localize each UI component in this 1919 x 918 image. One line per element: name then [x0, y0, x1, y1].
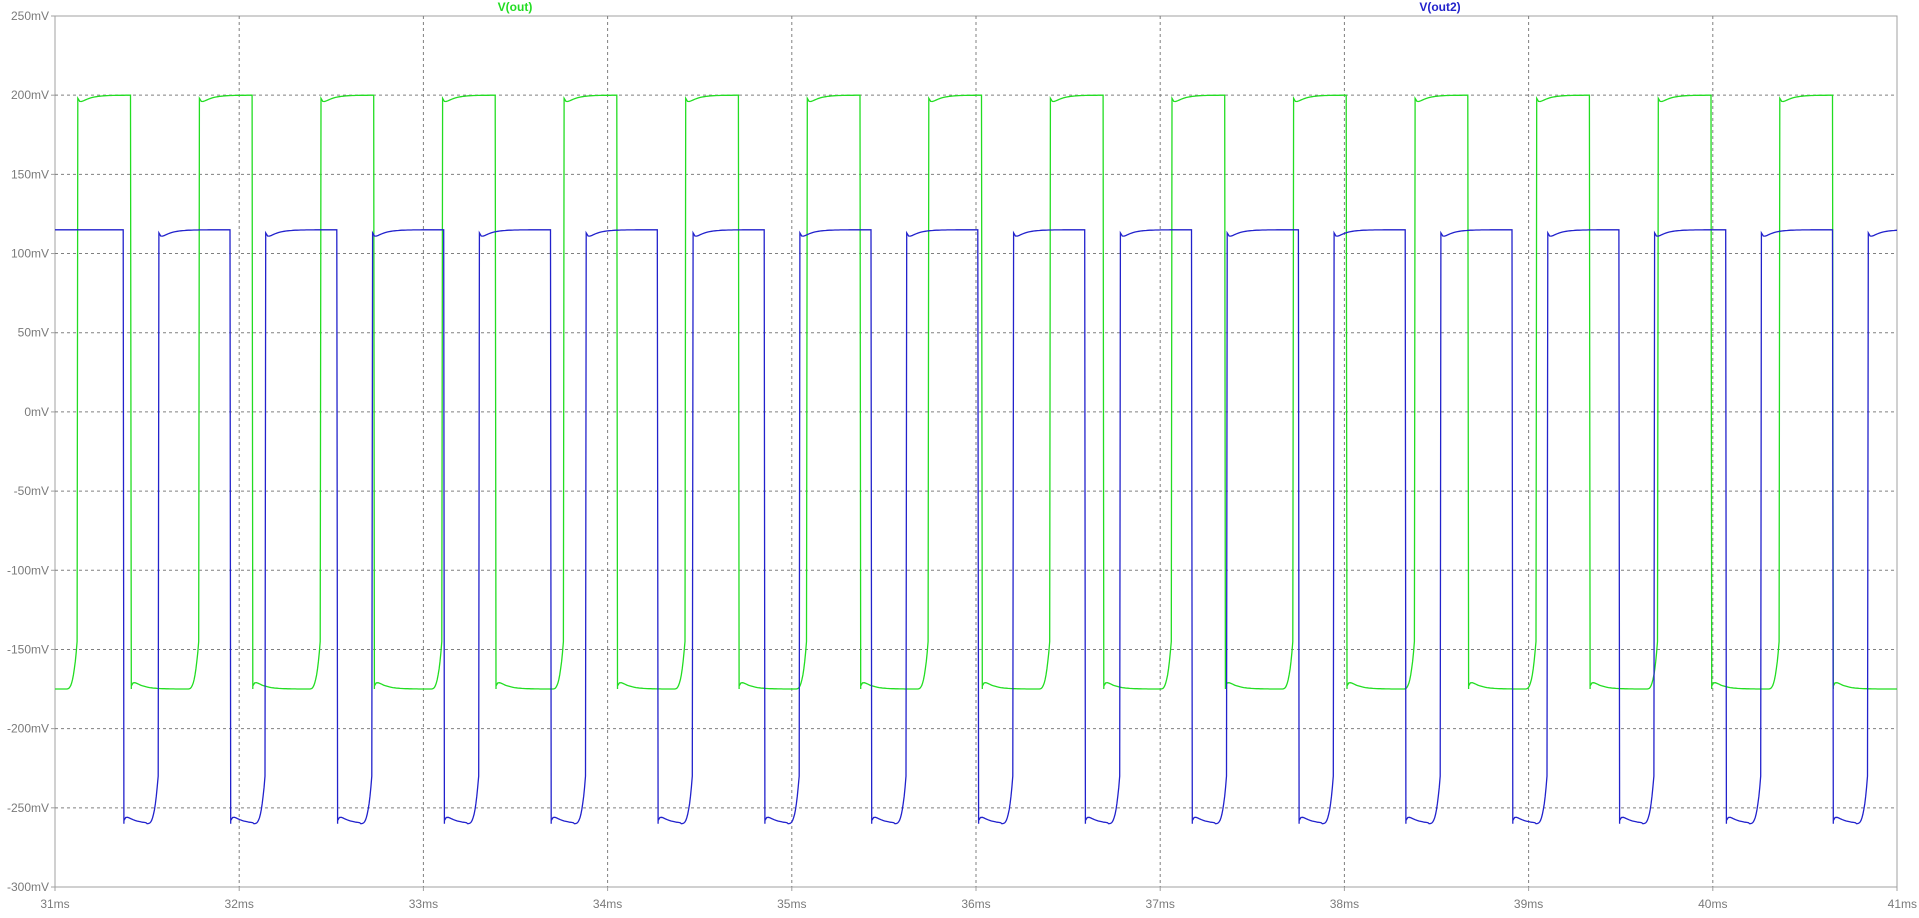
x-tick-label: 40ms: [1698, 897, 1727, 911]
tick-labels: 31ms 32ms 33ms 34ms 35ms 36ms 37ms 38ms 39ms 40ms…: [7, 9, 1917, 911]
y-tick-label: -250mV: [7, 801, 49, 815]
y-tick-label: 0mV: [24, 405, 49, 419]
x-tick-label: 34ms: [593, 897, 622, 911]
x-tick-label: 35ms: [777, 897, 806, 911]
legend[interactable]: V(out) V(out2): [498, 0, 1461, 14]
y-tick-label: 50mV: [18, 326, 49, 340]
x-tick-label: 41ms: [1888, 897, 1917, 911]
x-tick-label: 37ms: [1146, 897, 1175, 911]
y-tick-label: -150mV: [7, 642, 49, 656]
x-tick-label: 39ms: [1514, 897, 1543, 911]
y-tick-label: 250mV: [11, 9, 49, 23]
legend-v-out2-label[interactable]: V(out2): [1419, 0, 1460, 14]
y-tick-label: -50mV: [14, 484, 49, 498]
legend-v-out-label[interactable]: V(out): [498, 0, 533, 14]
y-tick-label: 200mV: [11, 88, 49, 102]
x-tick-label: 36ms: [961, 897, 990, 911]
y-tick-label: 150mV: [11, 167, 49, 181]
y-tick-label: -300mV: [7, 880, 49, 894]
y-tick-label: 100mV: [11, 247, 49, 261]
y-tick-label: -100mV: [7, 563, 49, 577]
y-tick-label: -200mV: [7, 722, 49, 736]
x-tick-label: 32ms: [225, 897, 254, 911]
x-tick-label: 38ms: [1330, 897, 1359, 911]
x-tick-label: 31ms: [40, 897, 69, 911]
x-tick-label: 33ms: [409, 897, 438, 911]
waveform-plot[interactable]: 31ms 32ms 33ms 34ms 35ms 36ms 37ms 38ms 39ms 40ms…: [0, 0, 1919, 918]
